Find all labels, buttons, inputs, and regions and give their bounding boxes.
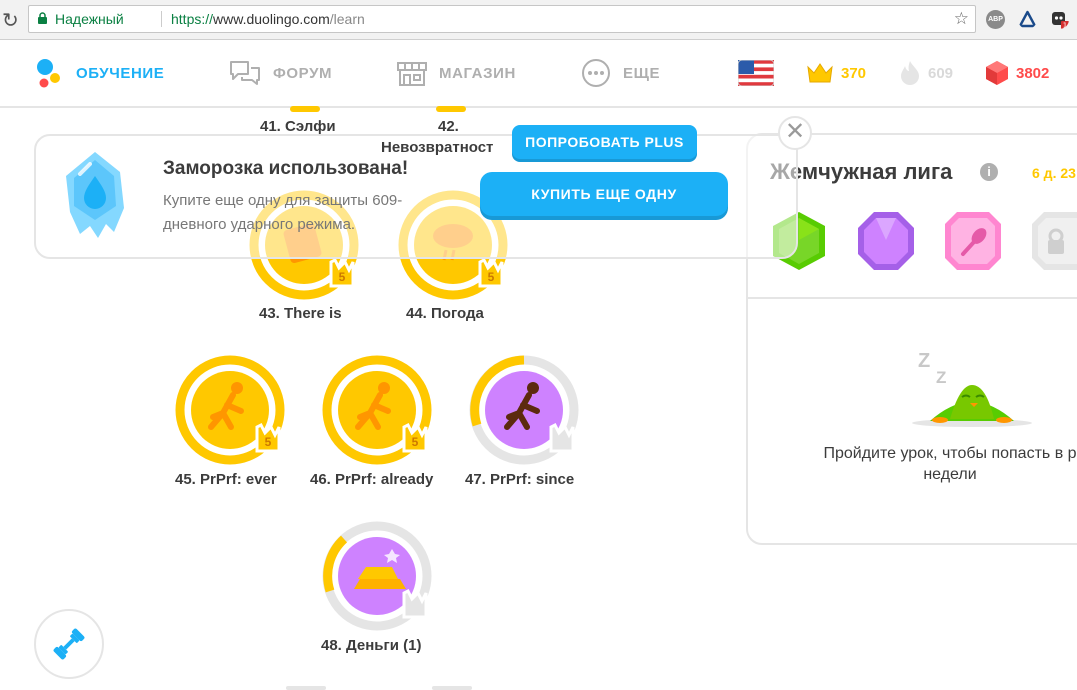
skill-47-prprf-since[interactable]: [469, 355, 579, 465]
svg-text:1: 1: [1063, 22, 1067, 30]
skill-48-badge: [322, 521, 432, 631]
shop-store-icon: [397, 62, 427, 86]
nav-learn[interactable]: ОБУЧЕНИЕ: [36, 40, 164, 106]
league-divider: [748, 297, 1077, 299]
triangle-extension-icon[interactable]: [1018, 10, 1037, 29]
secure-label: Надежный: [55, 11, 124, 27]
adblock-extension-icon[interactable]: ABP: [986, 10, 1005, 29]
nav-forum[interactable]: ФОРУМ: [229, 40, 332, 106]
streak-count: 609: [928, 64, 954, 82]
league-badge-pearl-icon: [945, 212, 1001, 270]
nonrefundable-label: Невозвратност: [381, 139, 494, 156]
forum-bubbles-icon: [230, 61, 260, 85]
browser-toolbar: ↻ Надежный https://www.duolingo.com/lear…: [0, 0, 1077, 40]
ghostery-extension-icon[interactable]: 1: [1050, 10, 1069, 29]
skill-44-label[interactable]: 44. Погода: [406, 305, 484, 322]
nav-shop[interactable]: МАГАЗИН: [397, 40, 516, 106]
address-divider: [161, 11, 162, 27]
skill-41-label[interactable]: 41. Сэлфи: [260, 118, 336, 135]
freeze-description: Купите еще одну для защиты 609-дневного …: [163, 192, 403, 233]
league-message: Пройдите урок, чтобы попасть в р недели: [823, 445, 1077, 483]
freeze-title: Заморозка использована!: [163, 158, 409, 179]
skill-next-ring-fragment: [286, 686, 326, 690]
buy-another-freeze-button[interactable]: КУПИТЬ ЕЩЕ ОДНУ: [480, 172, 728, 216]
learn-dots-icon: [37, 59, 60, 88]
skill-46-prprf-already[interactable]: 5: [322, 355, 432, 465]
skill-42-ring-fragment: [436, 106, 466, 112]
nav-more[interactable]: ЕЩЕ: [581, 40, 660, 106]
svg-text:Z: Z: [918, 350, 930, 372]
url-path: /learn: [329, 11, 365, 27]
sleeping-owl-illustration: Z Z: [912, 350, 1032, 427]
skill-43-crown-level: 5: [339, 270, 346, 284]
us-flag-icon: [738, 60, 774, 86]
skill-43-label[interactable]: 43. There is: [259, 305, 342, 322]
skill-41-ring-fragment: [290, 106, 320, 112]
crowns-counter[interactable]: 370: [806, 40, 866, 106]
skill-45-badge: 5: [175, 355, 285, 465]
flame-icon: [901, 61, 919, 85]
close-icon[interactable]: ✕: [778, 116, 812, 150]
nav-forum-label: ФОРУМ: [273, 64, 333, 82]
league-badge-amethyst-icon: [858, 212, 914, 270]
league-badge-locked-icon: [1032, 212, 1077, 270]
crowns-count: 370: [841, 64, 867, 82]
info-icon[interactable]: i: [980, 163, 998, 181]
practice-button[interactable]: [34, 609, 104, 679]
nav-learn-label: ОБУЧЕНИЕ: [76, 64, 165, 82]
bookmark-star-icon[interactable]: ☆: [954, 6, 969, 32]
streak-counter[interactable]: 609: [899, 40, 953, 106]
skill-45-label[interactable]: 45. PrPrf: ever: [175, 471, 277, 488]
skill-48-label[interactable]: 48. Деньги (1): [321, 637, 421, 654]
skill-next-ring-fragment-2: [432, 686, 472, 690]
skill-45-prprf-ever[interactable]: 5: [175, 355, 285, 465]
address-bar[interactable]: Надежный https://www.duolingo.com/learn …: [28, 5, 976, 33]
url-text: https://www.duolingo.com/learn: [171, 6, 365, 32]
gems-counter[interactable]: 3802: [985, 40, 1049, 106]
skill-46-badge: 5: [322, 355, 432, 465]
more-dots-icon: [582, 59, 610, 87]
url-host: www.duolingo.com: [213, 11, 330, 27]
language-flag[interactable]: [738, 40, 774, 106]
skill-48-money[interactable]: [322, 521, 432, 631]
crown-icon: [807, 63, 833, 83]
skill-42-label[interactable]: 42.: [438, 118, 459, 135]
skill-46-label[interactable]: 46. PrPrf: already: [310, 471, 433, 488]
lock-icon: [38, 12, 47, 24]
skill-44-crown-level: 5: [488, 270, 495, 284]
gems-count: 3802: [1016, 64, 1050, 82]
nav-more-label: ЕЩЕ: [623, 64, 661, 82]
app-header: ОБУЧЕНИЕ ФОРУМ МАГАЗИН ЕЩЕ 370 609 3802: [0, 40, 1077, 108]
skill-45-crown-level: 5: [265, 435, 272, 449]
nav-shop-label: МАГАЗИН: [439, 64, 516, 82]
league-time-left: 6 д. 23: [1032, 165, 1076, 181]
skill-47-label[interactable]: 47. PrPrf: since: [465, 471, 574, 488]
try-plus-button[interactable]: ПОПРОБОВАТЬ PLUS: [512, 125, 697, 159]
dumbbell-icon: [53, 628, 85, 660]
streak-freeze-ice-icon: [66, 152, 124, 238]
skill-47-badge: [469, 355, 579, 465]
skill-46-crown-level: 5: [412, 435, 419, 449]
gem-icon: [986, 61, 1008, 85]
svg-text:Z: Z: [936, 368, 946, 387]
reload-icon[interactable]: ↻: [2, 8, 19, 33]
url-scheme: https://: [171, 11, 214, 27]
